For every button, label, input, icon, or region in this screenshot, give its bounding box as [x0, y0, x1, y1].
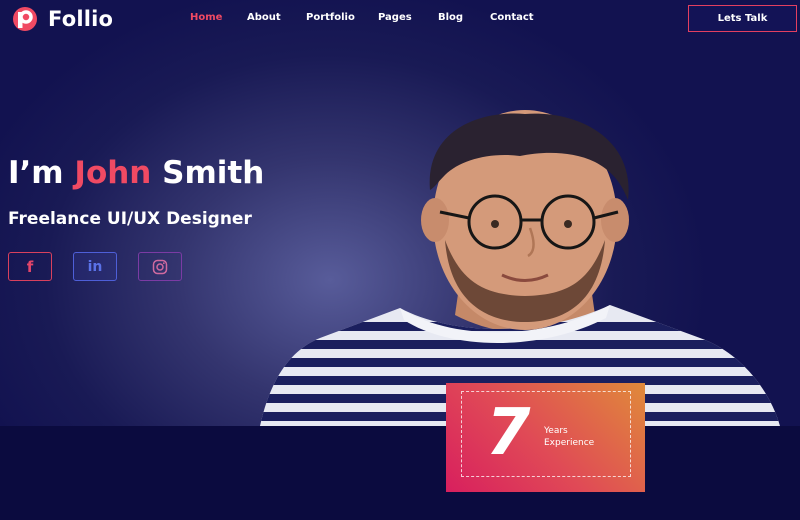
hero-subtitle: Freelance UI/UX Designer — [8, 209, 252, 229]
facebook-icon: f — [26, 257, 34, 276]
experience-card: 7 Years Experience — [446, 383, 645, 492]
nav-item-pages[interactable]: Pages — [378, 12, 412, 23]
headline-prefix: I’m — [8, 155, 75, 191]
hero-headline: I’m John Smith — [8, 155, 264, 191]
portrait-image — [260, 110, 780, 426]
nav-item-blog[interactable]: Blog — [438, 12, 463, 23]
instagram-icon — [152, 259, 168, 274]
brand-logo[interactable]: Follio — [8, 6, 113, 32]
facebook-button[interactable]: f — [8, 252, 52, 281]
headline-surname: Smith — [151, 155, 265, 191]
instagram-button[interactable] — [138, 252, 182, 281]
brand-name: Follio — [48, 7, 114, 31]
nav-item-portfolio[interactable]: Portfolio — [306, 12, 355, 23]
section-band — [0, 426, 800, 520]
linkedin-icon: in — [87, 258, 103, 275]
linkedin-button[interactable]: in — [73, 252, 117, 281]
top-nav-bar: Follio Home About Portfolio Pages Blog C… — [0, 0, 800, 40]
nav-item-about[interactable]: About — [247, 12, 281, 23]
social-links: f in — [8, 252, 182, 281]
experience-label-years: Years — [544, 426, 568, 436]
nav-item-contact[interactable]: Contact — [490, 12, 534, 23]
experience-years-number: 7 — [486, 396, 531, 470]
headline-name: John — [74, 155, 152, 191]
experience-label-experience: Experience — [544, 438, 595, 448]
nav-item-home[interactable]: Home — [190, 12, 222, 23]
lets-talk-button[interactable]: Lets Talk — [688, 5, 797, 32]
logo-icon — [13, 7, 37, 31]
